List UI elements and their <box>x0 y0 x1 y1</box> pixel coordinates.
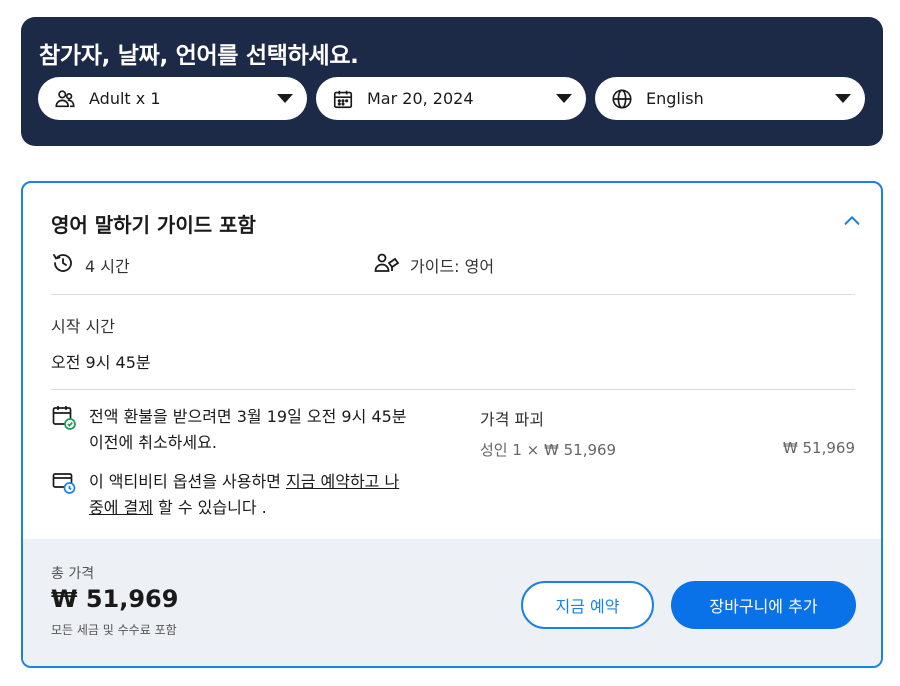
caret-down-icon <box>277 94 293 103</box>
total-price-label: 총 가격 <box>51 566 95 582</box>
people-icon <box>53 87 77 111</box>
guide-icon <box>374 251 400 279</box>
refund-info: 전액 환불을 받으려면 3월 19일 오전 9시 45분 이전에 취소하세요. <box>51 404 409 456</box>
calendar-check-icon <box>51 404 77 430</box>
caret-down-icon <box>556 94 572 103</box>
option-title: 영어 말하기 가이드 포함 <box>51 213 256 237</box>
guide-language-text: 가이드: 영어 <box>410 257 495 276</box>
selection-title: 참가자, 날짜, 언어를 선택하세요. <box>39 43 359 69</box>
chevron-up-icon[interactable] <box>841 210 863 232</box>
booking-footer: 총 가격 ₩ 51,969 모든 세금 및 수수료 포함 지금 예약 장바구니에… <box>23 539 881 666</box>
duration-row: 4 시간 <box>51 251 130 279</box>
card-clock-icon <box>51 469 77 495</box>
start-time-label: 시작 시간 <box>51 317 115 336</box>
date-dropdown[interactable]: Mar 20, 2024 <box>316 77 586 120</box>
reserve-later-suffix: 할 수 있습니다 . <box>152 498 267 517</box>
divider <box>51 294 855 295</box>
total-price-value: ₩ 51,969 <box>51 585 179 613</box>
participants-value: Adult x 1 <box>89 89 161 108</box>
duration-text: 4 시간 <box>85 257 130 276</box>
total-price-note: 모든 세금 및 수수료 포함 <box>51 623 177 637</box>
reserve-later-text: 이 액티비티 옵션을 사용하면 지금 예약하고 나중에 결제 할 수 있습니다 … <box>89 469 409 521</box>
globe-icon <box>610 87 634 111</box>
price-breakdown-amount: ₩ 51,969 <box>782 439 855 457</box>
language-value: English <box>646 89 704 108</box>
calendar-icon <box>331 87 355 111</box>
guide-row: 가이드: 영어 <box>374 251 494 279</box>
selection-panel: 참가자, 날짜, 언어를 선택하세요. Adult x 1 Mar 20, 20… <box>21 17 883 146</box>
price-breakdown-detail: 성인 1 × ₩ 51,969 <box>480 441 617 459</box>
start-time-value: 오전 9시 45분 <box>51 353 151 372</box>
reserve-now-button[interactable]: 지금 예약 <box>521 581 654 629</box>
caret-down-icon <box>835 94 851 103</box>
price-breakdown-heading: 가격 파괴 <box>480 410 544 429</box>
reserve-later-info: 이 액티비티 옵션을 사용하면 지금 예약하고 나중에 결제 할 수 있습니다 … <box>51 469 409 521</box>
divider <box>51 389 855 390</box>
participants-dropdown[interactable]: Adult x 1 <box>38 77 307 120</box>
tour-option-card: 영어 말하기 가이드 포함 4 시간 가이드: 영어 시작 시간 오전 9시 4… <box>21 181 883 668</box>
language-dropdown[interactable]: English <box>595 77 865 120</box>
refund-text: 전액 환불을 받으려면 3월 19일 오전 9시 45분 이전에 취소하세요. <box>89 407 407 452</box>
reserve-later-prefix: 이 액티비티 옵션을 사용하면 <box>89 472 286 491</box>
date-value: Mar 20, 2024 <box>367 89 474 108</box>
add-to-cart-button[interactable]: 장바구니에 추가 <box>671 581 856 629</box>
clock-history-icon <box>51 251 75 279</box>
